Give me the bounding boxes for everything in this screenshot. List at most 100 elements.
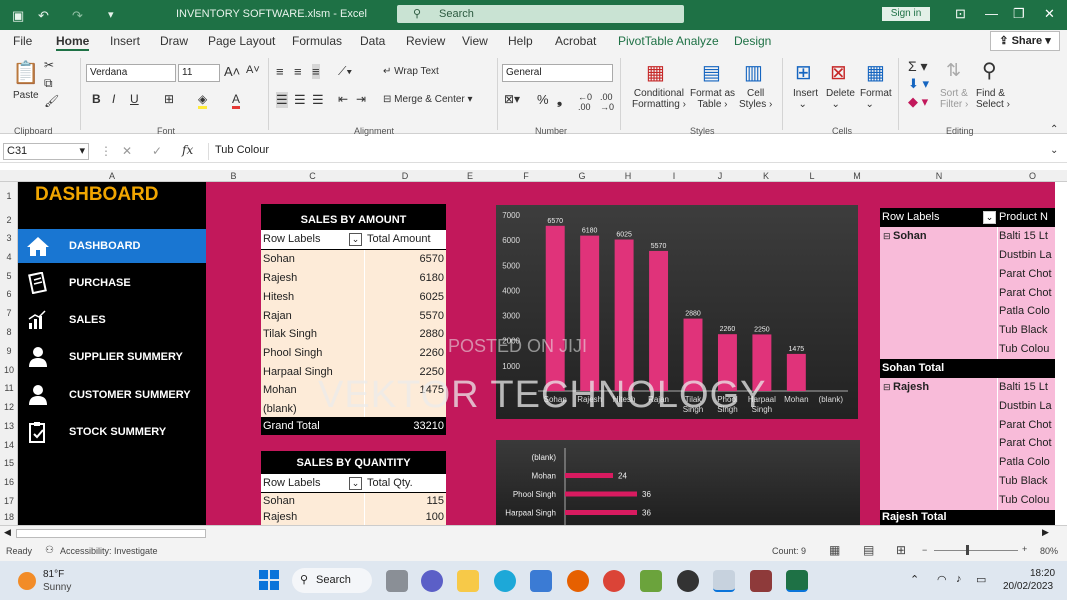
teams-icon[interactable] bbox=[421, 570, 443, 592]
page-layout-view-icon[interactable]: ▤ bbox=[863, 543, 874, 557]
share-button[interactable]: ⇪ Share ▾ bbox=[990, 31, 1060, 51]
column-header[interactable]: L bbox=[790, 171, 834, 181]
task-view-icon[interactable] bbox=[386, 570, 408, 592]
nav-purchase[interactable]: PURCHASE bbox=[18, 266, 206, 300]
font-size-select[interactable]: 11 bbox=[178, 64, 220, 82]
comma-style-icon[interactable]: ❟ bbox=[557, 92, 562, 108]
firefox-icon[interactable] bbox=[567, 570, 589, 592]
paste-button[interactable]: Paste bbox=[13, 90, 39, 101]
tab-draw[interactable]: Draw bbox=[160, 34, 188, 48]
row-header[interactable]: 4 bbox=[0, 252, 18, 262]
conditional-formatting-button[interactable]: Conditional Formatting › bbox=[632, 88, 686, 110]
cell-styles-button[interactable]: Cell Styles › bbox=[739, 88, 772, 110]
delete-cells-button[interactable]: Delete ⌄ bbox=[826, 88, 855, 110]
nav-dashboard[interactable]: DASHBOARD bbox=[18, 229, 206, 263]
zoom-in-icon[interactable]: + bbox=[1022, 544, 1027, 554]
tab-insert[interactable]: Insert bbox=[110, 34, 140, 48]
bold-button[interactable]: B bbox=[92, 92, 101, 106]
filter-dropdown-icon[interactable]: ⌄ bbox=[983, 211, 996, 224]
pivot-group-row[interactable]: ⊟ Rajesh Balti 15 Lt bbox=[880, 378, 1055, 397]
chrome-icon[interactable] bbox=[603, 570, 625, 592]
winrar-icon[interactable] bbox=[750, 570, 772, 592]
tab-acrobat[interactable]: Acrobat bbox=[555, 34, 596, 48]
accounting-format-icon[interactable]: ⊠▾ bbox=[504, 92, 520, 106]
table-row[interactable]: Hitesh 6025 bbox=[261, 288, 446, 307]
font-color-icon[interactable]: A bbox=[232, 92, 241, 109]
filter-dropdown-icon[interactable]: ⌄ bbox=[349, 233, 362, 246]
nav-sales[interactable]: SALES bbox=[18, 303, 206, 337]
table-row[interactable]: Rajesh 100 bbox=[261, 509, 446, 525]
column-header[interactable]: N bbox=[880, 171, 998, 181]
list-item[interactable]: Dustbin La bbox=[880, 397, 1055, 416]
align-right-icon[interactable]: ☰ bbox=[312, 92, 324, 108]
tab-pivottable-analyze[interactable]: PivotTable Analyze bbox=[618, 34, 719, 48]
collapse-icon[interactable]: ⊟ bbox=[883, 227, 891, 246]
table-row[interactable]: Tilak Singh 2880 bbox=[261, 325, 446, 344]
enter-icon[interactable]: ✓ bbox=[152, 144, 162, 158]
list-item[interactable]: Parat Chot bbox=[880, 265, 1055, 284]
column-header[interactable]: C bbox=[261, 171, 364, 181]
underline-button[interactable]: U bbox=[130, 92, 139, 106]
zoom-slider-thumb[interactable] bbox=[966, 545, 969, 555]
list-item[interactable]: Patla Colo bbox=[880, 302, 1055, 321]
row-header[interactable]: 1 bbox=[0, 191, 18, 201]
cut-icon[interactable]: ✂ bbox=[44, 58, 54, 72]
table-row[interactable]: Sohan 115 bbox=[261, 493, 446, 509]
autosave-icon[interactable]: ▣ bbox=[12, 8, 24, 24]
row-header[interactable]: 16 bbox=[0, 477, 18, 487]
borders-icon[interactable]: ⊞ bbox=[164, 92, 174, 106]
battery-icon[interactable]: ▭ bbox=[976, 573, 986, 586]
column-header[interactable]: K bbox=[742, 171, 790, 181]
minimize-icon[interactable]: — bbox=[985, 6, 998, 21]
tab-review[interactable]: Review bbox=[406, 34, 445, 48]
column-header[interactable]: D bbox=[364, 171, 446, 181]
row-header[interactable]: 13 bbox=[0, 421, 18, 431]
align-top-icon[interactable]: ≡ bbox=[276, 64, 284, 79]
list-item[interactable]: Parat Chot bbox=[880, 416, 1055, 435]
wrap-text-button[interactable]: ↵ Wrap Text bbox=[383, 66, 439, 77]
align-bottom-icon[interactable]: ≡ bbox=[312, 64, 320, 79]
list-item[interactable]: Tub Colou bbox=[880, 491, 1055, 510]
insert-function-button[interactable]: fx bbox=[182, 143, 193, 157]
italic-button[interactable]: I bbox=[112, 92, 115, 106]
row-header[interactable]: 8 bbox=[0, 327, 18, 337]
tab-help[interactable]: Help bbox=[508, 34, 533, 48]
tab-page-layout[interactable]: Page Layout bbox=[208, 34, 275, 48]
column-header[interactable]: F bbox=[494, 171, 558, 181]
column-header[interactable]: E bbox=[446, 171, 494, 181]
list-item[interactable]: Tub Black bbox=[880, 321, 1055, 340]
row-header[interactable]: 14 bbox=[0, 440, 18, 450]
app-icon[interactable] bbox=[640, 570, 662, 592]
nav-customer-summery[interactable]: CUSTOMER SUMMERY bbox=[18, 378, 206, 412]
list-item[interactable]: Parat Chot bbox=[880, 284, 1055, 303]
column-header[interactable]: I bbox=[650, 171, 698, 181]
format-as-table-button[interactable]: Format as Table › bbox=[690, 88, 735, 110]
formula-input[interactable]: Tub Colour bbox=[208, 143, 1060, 160]
scrollbar-thumb[interactable] bbox=[16, 529, 206, 538]
row-header[interactable]: 7 bbox=[0, 308, 18, 318]
expand-formula-bar-icon[interactable]: ⌄ bbox=[1050, 145, 1058, 156]
weather-condition[interactable]: Sunny bbox=[43, 582, 71, 593]
horizontal-scrollbar[interactable]: ◀ ▶ bbox=[0, 525, 1067, 541]
column-header[interactable]: M bbox=[834, 171, 880, 181]
redo-icon[interactable]: ↷ bbox=[72, 8, 83, 24]
group-total-row[interactable]: Rajesh Total bbox=[880, 510, 1055, 525]
format-painter-icon[interactable]: 🖌 bbox=[44, 94, 59, 108]
restore-icon[interactable]: ❐ bbox=[1013, 6, 1025, 22]
nav-stock-summery[interactable]: STOCK SUMMERY bbox=[18, 415, 206, 449]
volume-icon[interactable]: ♪ bbox=[956, 573, 962, 585]
row-header[interactable]: 5 bbox=[0, 271, 18, 281]
list-item[interactable]: Tub Colou bbox=[880, 340, 1055, 359]
row-header[interactable]: 15 bbox=[0, 458, 18, 468]
format-cells-button[interactable]: Format ⌄ bbox=[860, 88, 892, 110]
accessibility-status[interactable]: Accessibility: Investigate bbox=[60, 546, 158, 556]
tab-design[interactable]: Design bbox=[734, 34, 771, 48]
customize-qat-icon[interactable]: ▾ bbox=[108, 8, 114, 21]
list-item[interactable]: Tub Black bbox=[880, 472, 1055, 491]
column-header[interactable]: B bbox=[206, 171, 261, 181]
sign-in-button[interactable]: Sign in bbox=[882, 7, 930, 21]
row-header[interactable]: 11 bbox=[0, 383, 18, 393]
copy-icon[interactable]: ⧉ bbox=[44, 76, 53, 91]
ribbon-display-icon[interactable]: ⊡ bbox=[955, 6, 966, 22]
orientation-icon[interactable]: ⟋▾ bbox=[338, 64, 352, 79]
